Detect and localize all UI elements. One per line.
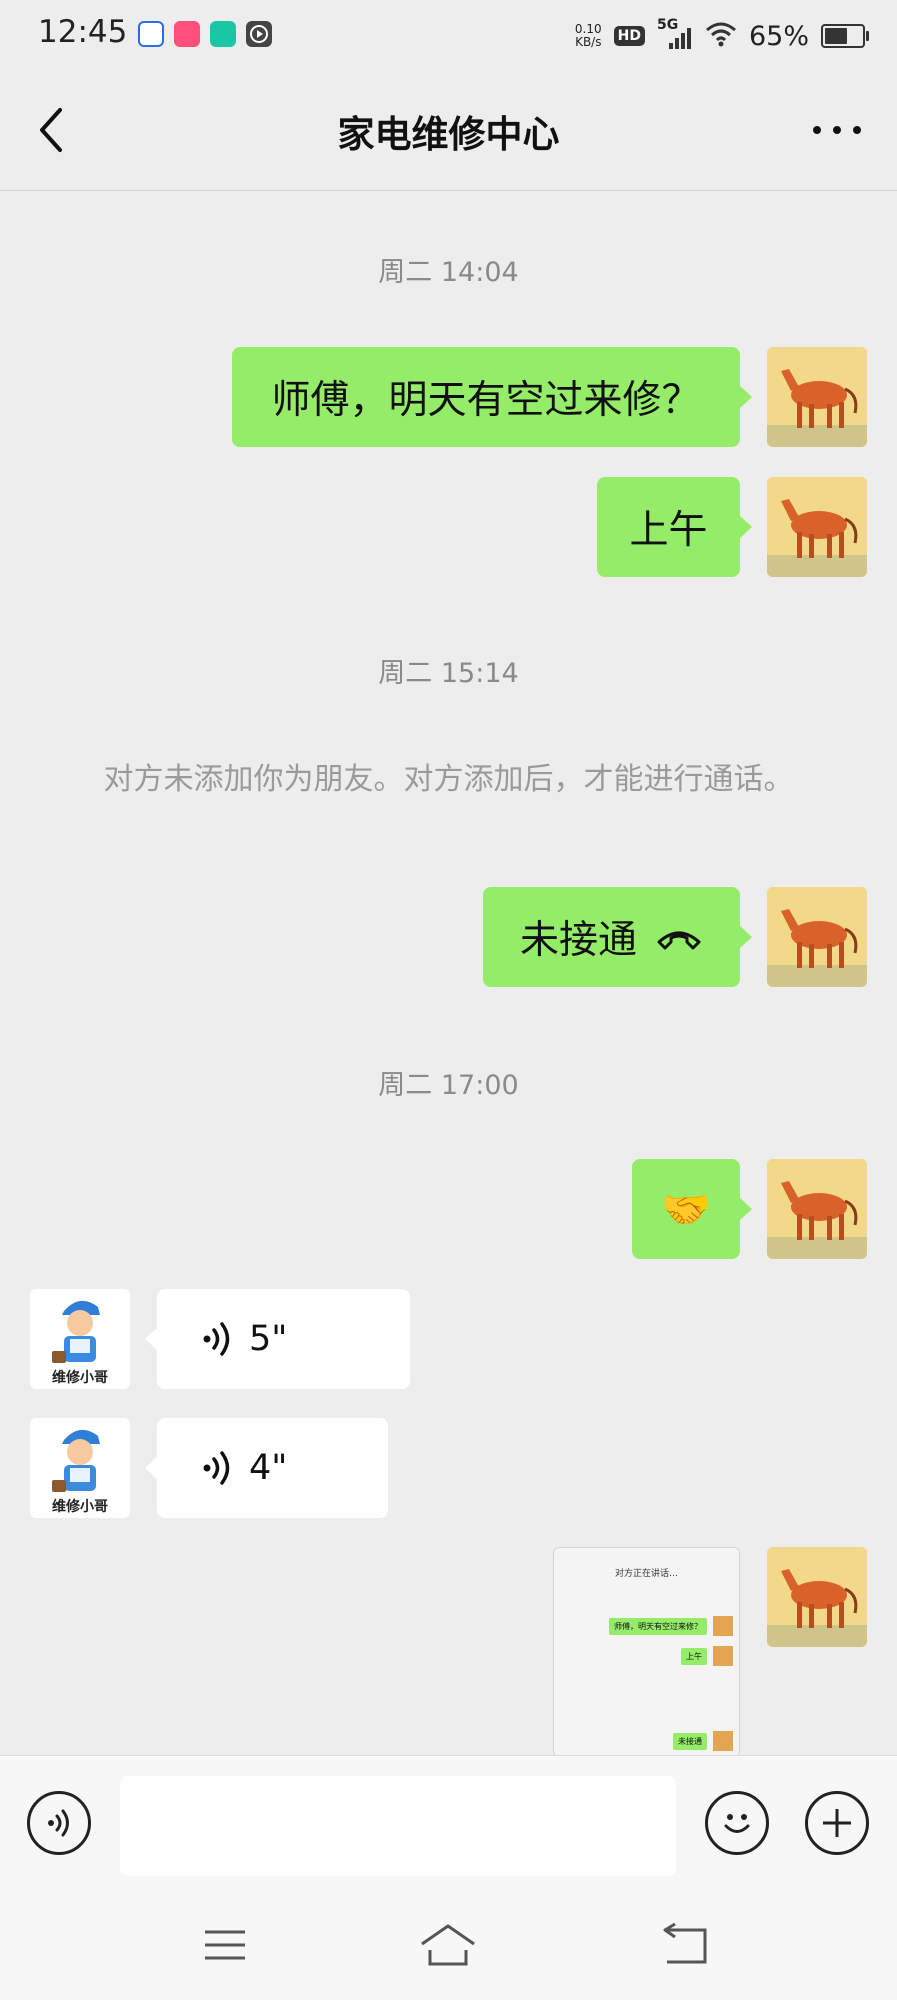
more-button[interactable] — [807, 110, 867, 150]
baidu-app-icon — [138, 21, 164, 47]
input-bar — [0, 1755, 897, 1891]
menu-icon — [205, 1930, 245, 1960]
battery-percent: 65% — [748, 20, 809, 52]
horse-avatar-image — [767, 477, 867, 577]
horse-avatar-image — [767, 887, 867, 987]
net-speed-unit: KB/s — [575, 35, 602, 49]
system-nav-bar — [0, 1890, 897, 2000]
image-message[interactable]: 对方正在讲话… 师傅，明天有空过来修？ 上午 未接通 — [553, 1547, 740, 1757]
avatar-caption: 维修小哥 — [52, 1499, 108, 1515]
voice-wave-icon — [203, 1322, 230, 1356]
status-time: 12:45 — [38, 14, 128, 50]
call-status-text: 未接通 — [519, 918, 637, 963]
repairman-avatar-image — [52, 1300, 100, 1363]
home-icon — [421, 1924, 475, 1966]
self-avatar[interactable] — [767, 347, 867, 447]
chat-header: 家电维修中心 — [0, 70, 897, 191]
net-speed: 0.10 KB/s — [575, 23, 602, 49]
hangup-phone-icon — [657, 931, 701, 950]
voice-duration: 5" — [249, 1319, 288, 1359]
thumb-bubble: 未接通 — [673, 1733, 707, 1750]
more-dots-icon — [813, 126, 861, 134]
chat-title: 家电维修中心 — [337, 113, 560, 156]
message-input[interactable] — [120, 1776, 676, 1876]
voice-message[interactable]: 5" — [145, 1289, 410, 1389]
nav-back-button[interactable] — [655, 1920, 715, 1970]
signal-icon: 5G — [657, 17, 693, 51]
self-avatar[interactable] — [767, 887, 867, 987]
contact-avatar[interactable]: 维修小哥 — [30, 1289, 130, 1389]
horse-avatar-image — [767, 347, 867, 447]
smiley-icon — [724, 1814, 750, 1833]
voice-duration: 4" — [249, 1448, 288, 1488]
voice-message[interactable]: 4" — [145, 1418, 388, 1518]
thumb-avatar — [713, 1646, 733, 1666]
nav-menu-button[interactable] — [195, 1920, 255, 1970]
wifi-icon — [705, 21, 737, 51]
plus-icon — [823, 1809, 851, 1837]
self-avatar[interactable] — [767, 1547, 867, 1647]
lofter-app-icon — [174, 21, 200, 47]
thumb-title: 对方正在讲话… — [614, 1569, 678, 1579]
call-bubble[interactable]: 未接通 — [483, 887, 752, 987]
back-icon — [663, 1922, 707, 1964]
time-label: 周二 15:14 — [378, 658, 519, 689]
avatar-caption: 维修小哥 — [52, 1370, 108, 1386]
voice-icon — [48, 1809, 69, 1837]
horse-avatar-image — [767, 1159, 867, 1259]
more-actions-button[interactable] — [805, 1791, 869, 1855]
hd-badge: HD — [613, 26, 645, 46]
battery-fill — [825, 28, 847, 44]
emoji-button[interactable] — [705, 1791, 769, 1855]
voice-toggle-button[interactable] — [27, 1791, 91, 1855]
thumb-avatar — [713, 1616, 733, 1636]
voice-wave-icon — [203, 1451, 230, 1485]
status-right: 0.10 KB/s HD 5G 65% — [575, 14, 869, 58]
emoji-bubble[interactable]: 🤝 — [632, 1159, 752, 1259]
self-avatar[interactable] — [767, 477, 867, 577]
horse-avatar-image — [767, 1547, 867, 1647]
video-app-icon — [246, 21, 272, 47]
message-bubble-out[interactable]: 师傅，明天有空过来修？ — [232, 347, 752, 447]
system-notice: 对方未添加你为朋友。对方添加后，才能进行通话。 — [103, 762, 794, 797]
status-bar: 12:45 0.10 KB/s HD 5G 65% — [0, 0, 897, 70]
self-avatar[interactable] — [767, 1159, 867, 1259]
thumb-bubble: 上午 — [681, 1648, 707, 1665]
message-bubble-out[interactable]: 上午 — [597, 477, 752, 577]
repairman-avatar-image — [52, 1429, 100, 1492]
contact-avatar[interactable]: 维修小哥 — [30, 1418, 130, 1518]
thumb-bubble: 师傅，明天有空过来修？ — [609, 1618, 707, 1635]
thumb-avatar — [713, 1731, 733, 1751]
nav-home-button[interactable] — [418, 1920, 478, 1970]
v-app-icon — [210, 21, 236, 47]
time-label: 周二 17:00 — [378, 1070, 519, 1101]
battery-icon — [821, 24, 869, 48]
time-label: 周二 14:04 — [378, 257, 519, 288]
